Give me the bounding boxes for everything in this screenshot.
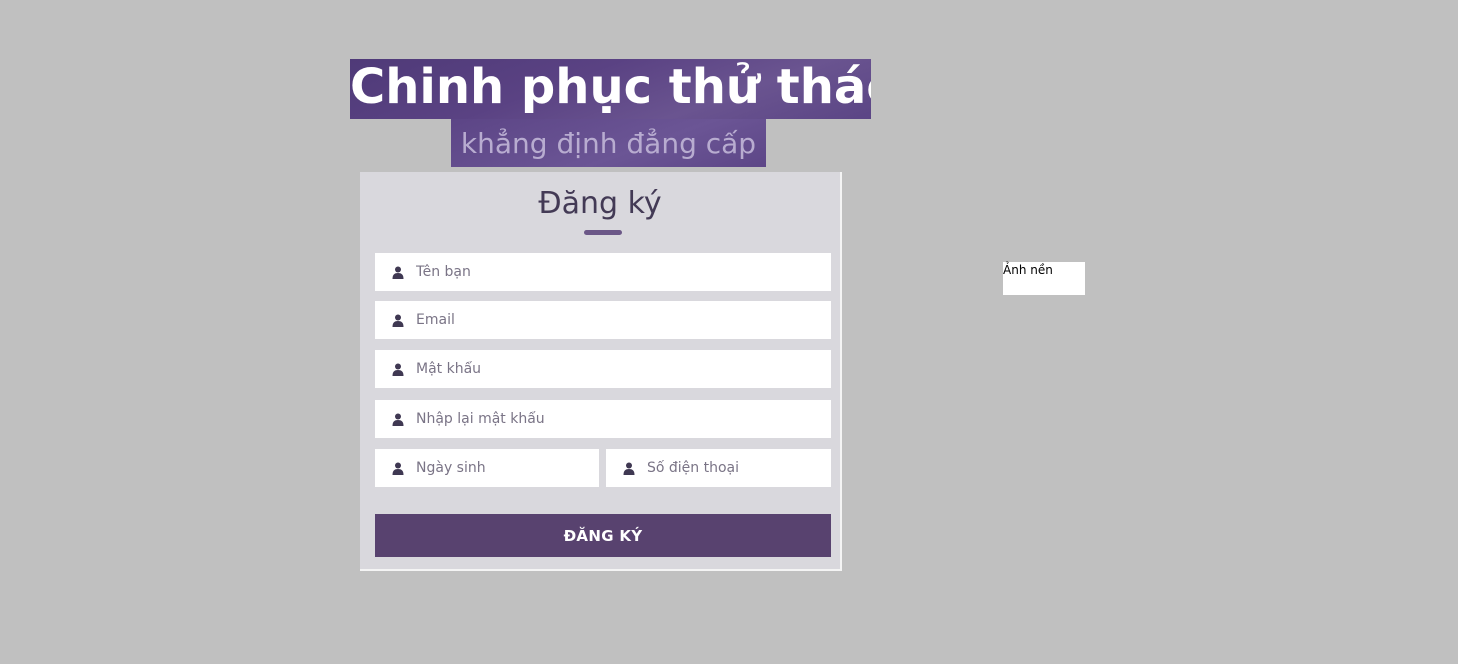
- email-input[interactable]: [416, 301, 831, 339]
- hero-subtitle: khẳng định đẳng cấp: [451, 119, 766, 167]
- name-field[interactable]: [375, 253, 831, 291]
- background-image-alt-text: Ảnh nền: [1003, 263, 1053, 277]
- email-field[interactable]: [375, 301, 831, 339]
- confirm-password-field[interactable]: [375, 400, 831, 438]
- phone-input[interactable]: [647, 449, 831, 487]
- user-icon: [392, 266, 404, 279]
- birthday-field[interactable]: [375, 449, 599, 487]
- title-underline: [584, 230, 622, 235]
- user-icon: [392, 413, 404, 426]
- background-image-placeholder: Ảnh nền: [1003, 262, 1085, 295]
- user-icon: [392, 462, 404, 475]
- password-input[interactable]: [416, 350, 831, 388]
- confirm-password-input[interactable]: [416, 400, 831, 438]
- hero-title: Chinh phục thử thách: [350, 59, 871, 119]
- user-icon: [392, 314, 404, 327]
- register-form: Đăng ký ĐĂNG KÝ: [360, 172, 842, 571]
- form-title: Đăng ký: [538, 186, 662, 221]
- password-field[interactable]: [375, 350, 831, 388]
- name-input[interactable]: [416, 253, 831, 291]
- user-icon: [392, 363, 404, 376]
- user-icon: [623, 462, 635, 475]
- register-button[interactable]: ĐĂNG KÝ: [375, 514, 831, 557]
- phone-field[interactable]: [606, 449, 831, 487]
- birthday-input[interactable]: [416, 449, 599, 487]
